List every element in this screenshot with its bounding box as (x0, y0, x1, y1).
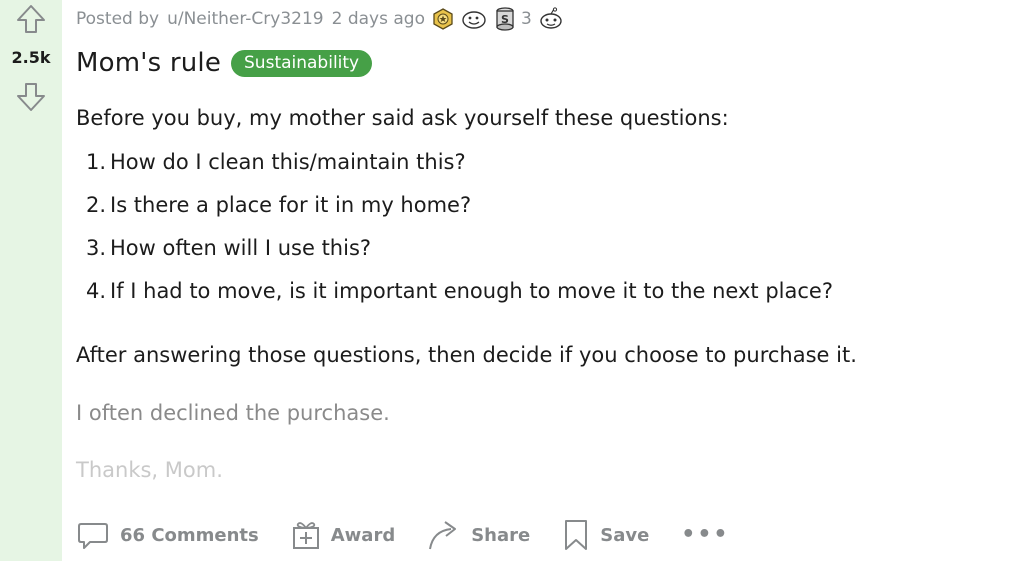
post-declined-text: I often declined the purchase. (76, 401, 390, 425)
post-flair[interactable]: Sustainability (231, 49, 373, 77)
list-item: 1. How do I clean this/maintain this? (86, 150, 466, 174)
comment-bubble-icon (78, 523, 108, 549)
award-label: Award (330, 524, 396, 546)
post-actions: 66 Comments Award Share Save ••• (76, 518, 729, 552)
award-coin[interactable]: S (493, 6, 517, 32)
upvote-arrow-icon (17, 5, 45, 33)
meta-prefix: Posted by (76, 9, 160, 29)
award-smiley[interactable] (461, 7, 487, 31)
award-snoo[interactable] (538, 7, 564, 31)
post-thanks-text: Thanks, Mom. (76, 458, 223, 482)
award-medal[interactable] (431, 7, 455, 31)
post-meta: Posted by u/Neither-Cry3219 2 days ago S… (76, 6, 564, 32)
post-author-link[interactable]: u/Neither-Cry3219 (167, 9, 324, 29)
more-options-button[interactable]: ••• (681, 524, 729, 546)
share-arrow-icon (429, 521, 457, 550)
post-intro: Before you buy, my mother said ask yours… (76, 106, 729, 130)
save-label: Save (600, 524, 650, 546)
list-item: 4. If I had to move, is it important enou… (86, 279, 833, 303)
questions-list: 1. How do I clean this/maintain this? 2. I… (86, 150, 833, 322)
vote-column: 2.5k (0, 0, 62, 561)
share-button[interactable]: Share (427, 519, 530, 551)
post-title-row: Mom's rule Sustainability (76, 48, 373, 78)
award-smiley-icon (462, 11, 486, 29)
vote-score: 2.5k (11, 48, 51, 67)
award-button[interactable]: Award (291, 519, 395, 551)
bookmark-icon (565, 520, 588, 550)
award-medal-icon (433, 8, 453, 30)
gift-icon (292, 522, 319, 549)
post-age[interactable]: 2 days ago (332, 9, 425, 29)
award-coin-icon: S (496, 7, 514, 31)
award-count: 3 (520, 9, 532, 29)
list-item: 2. Is there a place for it in my home? (86, 193, 472, 217)
svg-text:S: S (501, 13, 509, 26)
downvote-arrow-icon (17, 83, 45, 111)
post-after-text: After answering those questions, then de… (76, 343, 857, 367)
share-label: Share (471, 524, 531, 546)
comments-button[interactable]: 66 Comments (76, 518, 259, 552)
comments-label: 66 Comments (120, 524, 259, 546)
save-button[interactable]: Save (562, 518, 649, 552)
post-title[interactable]: Mom's rule (76, 48, 221, 78)
list-item: 3. How often will I use this? (86, 236, 372, 260)
downvote-button[interactable] (14, 80, 48, 114)
upvote-button[interactable] (14, 2, 48, 36)
award-snoo-icon (540, 7, 562, 29)
